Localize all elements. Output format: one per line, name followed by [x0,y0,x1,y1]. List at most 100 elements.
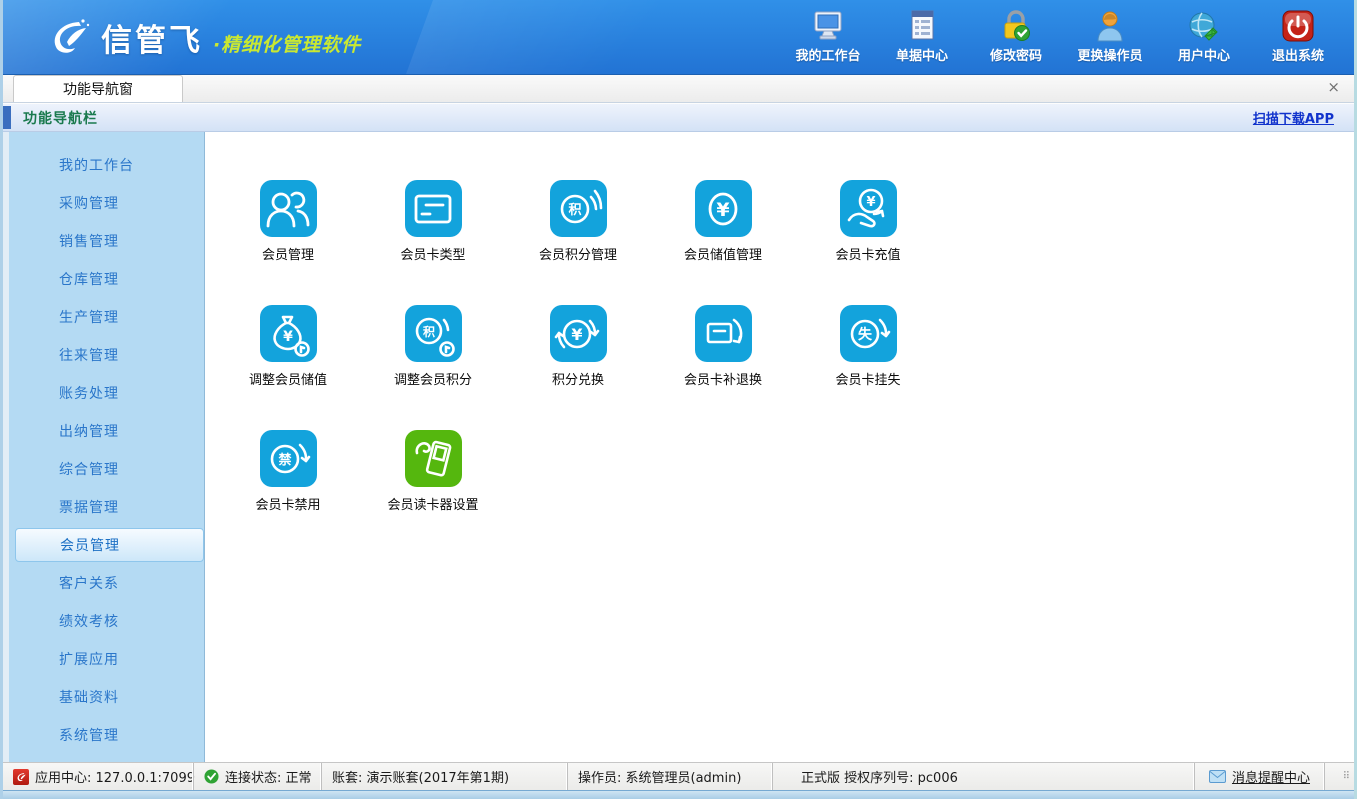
svg-text:禁: 禁 [278,452,291,468]
svg-text:积: 积 [568,202,581,218]
svg-text:¥: ¥ [716,199,729,221]
window-border-bottom [3,790,1354,799]
toolbar-item-workbench[interactable]: 我的工作台 [794,10,862,64]
grid-item-points-exchange[interactable]: ¥ 积分兑换 [530,305,626,430]
content-area: 我的工作台 采购管理 销售管理 仓库管理 生产管理 往来管理 账务处理 出纳管理… [3,132,1354,762]
brand-name: 信管飞 [101,15,203,60]
sidebar-nav: 我的工作台 采购管理 销售管理 仓库管理 生产管理 往来管理 账务处理 出纳管理… [3,132,205,762]
toolbar-item-change-password[interactable]: 修改密码 [982,10,1050,64]
sidebar-item-cashier[interactable]: 出纳管理 [9,412,204,450]
sidebar-item-accounting[interactable]: 账务处理 [9,374,204,412]
sidebar-item-member[interactable]: 会员管理 [15,528,204,562]
sidebar-item-workbench[interactable]: 我的工作台 [9,146,204,184]
tab-label: 功能导航窗 [63,79,133,99]
grid-item-card-loss[interactable]: 失 会员卡挂失 [820,305,916,430]
status-connection-text: 连接状态: 正常 [225,767,312,786]
grid-item-label: 会员积分管理 [539,244,617,263]
brand-tagline: ·精细化管理软件 [213,30,361,57]
toolbar-item-switch-operator[interactable]: 更换操作员 [1076,10,1144,64]
status-app-center: 应用中心: 127.0.0.1:7099 [3,763,193,790]
function-grid: 会员管理 会员卡类型 积 会员积分管理 ¥ [240,180,1354,555]
sidebar-item-performance[interactable]: 绩效考核 [9,602,204,640]
sidebar-item-contacts[interactable]: 往来管理 [9,336,204,374]
sidebar-item-warehouse[interactable]: 仓库管理 [9,260,204,298]
sidebar-item-purchase[interactable]: 采购管理 [9,184,204,222]
toolbar-item-label: 我的工作台 [795,45,860,64]
monitor-icon [811,10,845,42]
status-spacer [1082,763,1194,790]
brand-swoosh-icon [45,16,91,58]
user-icon [1093,10,1127,42]
loss-circle-icon: 失 [840,305,897,362]
status-bar: 应用中心: 127.0.0.1:7099 连接状态: 正常 账套: 演示账套(2… [3,762,1354,790]
check-circle-icon [204,769,219,784]
grid-item-label: 积分兑换 [552,369,604,388]
status-connection: 连接状态: 正常 [193,763,321,790]
app-header: 信管飞 ·精细化管理软件 我的工作台 单据中心 修改密码 [3,0,1354,75]
grid-item-card-reader-settings[interactable]: 会员读卡器设置 [385,430,481,555]
status-license-text: 正式版 授权序列号: pc006 [801,767,958,786]
sidebar-item-comprehensive[interactable]: 综合管理 [9,450,204,488]
grid-item-label: 会员管理 [262,244,314,263]
tab-strip: 功能导航窗 × [3,75,1354,103]
grid-item-card-replace[interactable]: 会员卡补退换 [675,305,771,430]
accent-bar [3,106,11,129]
globe-arrow-icon [1187,10,1221,42]
sidebar-item-production[interactable]: 生产管理 [9,298,204,336]
message-center-link[interactable]: 消息提醒中心 [1194,763,1324,790]
message-center-text: 消息提醒中心 [1232,767,1310,786]
resize-grip[interactable]: ⠿ [1324,763,1354,790]
toolbar-item-user-center[interactable]: 用户中心 [1170,10,1238,64]
toolbar-item-exit[interactable]: 退出系统 [1264,10,1332,64]
app-logo-small-icon [13,769,29,785]
sidebar-item-sales[interactable]: 销售管理 [9,222,204,260]
app-logo: 信管飞 ·精细化管理软件 [45,15,361,60]
card-reader-icon [405,430,462,487]
main-panel: 会员管理 会员卡类型 积 会员积分管理 ¥ [205,132,1354,762]
sidebar-item-system[interactable]: 系统管理 [9,716,204,754]
grid-item-label: 会员卡补退换 [684,369,762,388]
yen-circle-icon: ¥ [695,180,752,237]
card-icon [405,180,462,237]
grid-item-adjust-stored-value[interactable]: ¥ 调整会员储值 [240,305,336,430]
tab-function-navigator[interactable]: 功能导航窗 [13,75,183,102]
grid-item-adjust-points[interactable]: 积 调整会员积分 [385,305,481,430]
close-icon[interactable]: × [1327,80,1340,95]
svg-text:失: 失 [858,326,873,343]
toolbar-item-label: 更换操作员 [1077,45,1142,64]
toolbar-item-document-center[interactable]: 单据中心 [888,10,956,64]
grid-item-member-points[interactable]: 积 会员积分管理 [530,180,626,305]
card-refresh-icon [695,305,752,362]
lock-check-icon [999,10,1033,42]
grid-item-label: 调整会员储值 [249,369,327,388]
grid-item-member-management[interactable]: 会员管理 [240,180,336,305]
points-circle-icon: 积 [550,180,607,237]
toolbar-item-label: 退出系统 [1272,45,1324,64]
sidebar-item-invoice[interactable]: 票据管理 [9,488,204,526]
document-list-icon [905,10,939,42]
grid-item-label: 会员卡禁用 [255,494,320,513]
status-operator: 操作员: 系统管理员(admin) [567,763,772,790]
sidebar-item-basic-data[interactable]: 基础资料 [9,678,204,716]
forbidden-circle-icon: 禁 [260,430,317,487]
grid-item-member-stored-value[interactable]: ¥ 会员储值管理 [675,180,771,305]
grid-item-label: 会员卡充值 [835,244,900,263]
svg-text:¥: ¥ [283,329,293,345]
sidebar-item-extensions[interactable]: 扩展应用 [9,640,204,678]
sidebar-item-customer-relations[interactable]: 客户关系 [9,564,204,602]
grid-item-label: 会员卡类型 [400,244,465,263]
svg-text:积: 积 [423,324,435,339]
grid-item-member-card-type[interactable]: 会员卡类型 [385,180,481,305]
status-account-text: 账套: 演示账套(2017年第1期) [332,767,509,786]
scan-download-app-link[interactable]: 扫描下载APP [1253,108,1334,127]
app-window: 信管飞 ·精细化管理软件 我的工作台 单据中心 修改密码 [0,0,1357,799]
toolbar-item-label: 用户中心 [1178,45,1230,64]
toolbar-item-label: 单据中心 [896,45,948,64]
grid-item-label: 会员储值管理 [684,244,762,263]
toolbar-item-label: 修改密码 [990,45,1042,64]
mail-icon [1209,770,1226,783]
status-operator-text: 操作员: 系统管理员(admin) [578,767,741,786]
grid-item-card-recharge[interactable]: ¥ 会员卡充值 [820,180,916,305]
grid-item-card-disable[interactable]: 禁 会员卡禁用 [240,430,336,555]
header-toolbar: 我的工作台 单据中心 修改密码 更换操作员 [794,10,1354,64]
